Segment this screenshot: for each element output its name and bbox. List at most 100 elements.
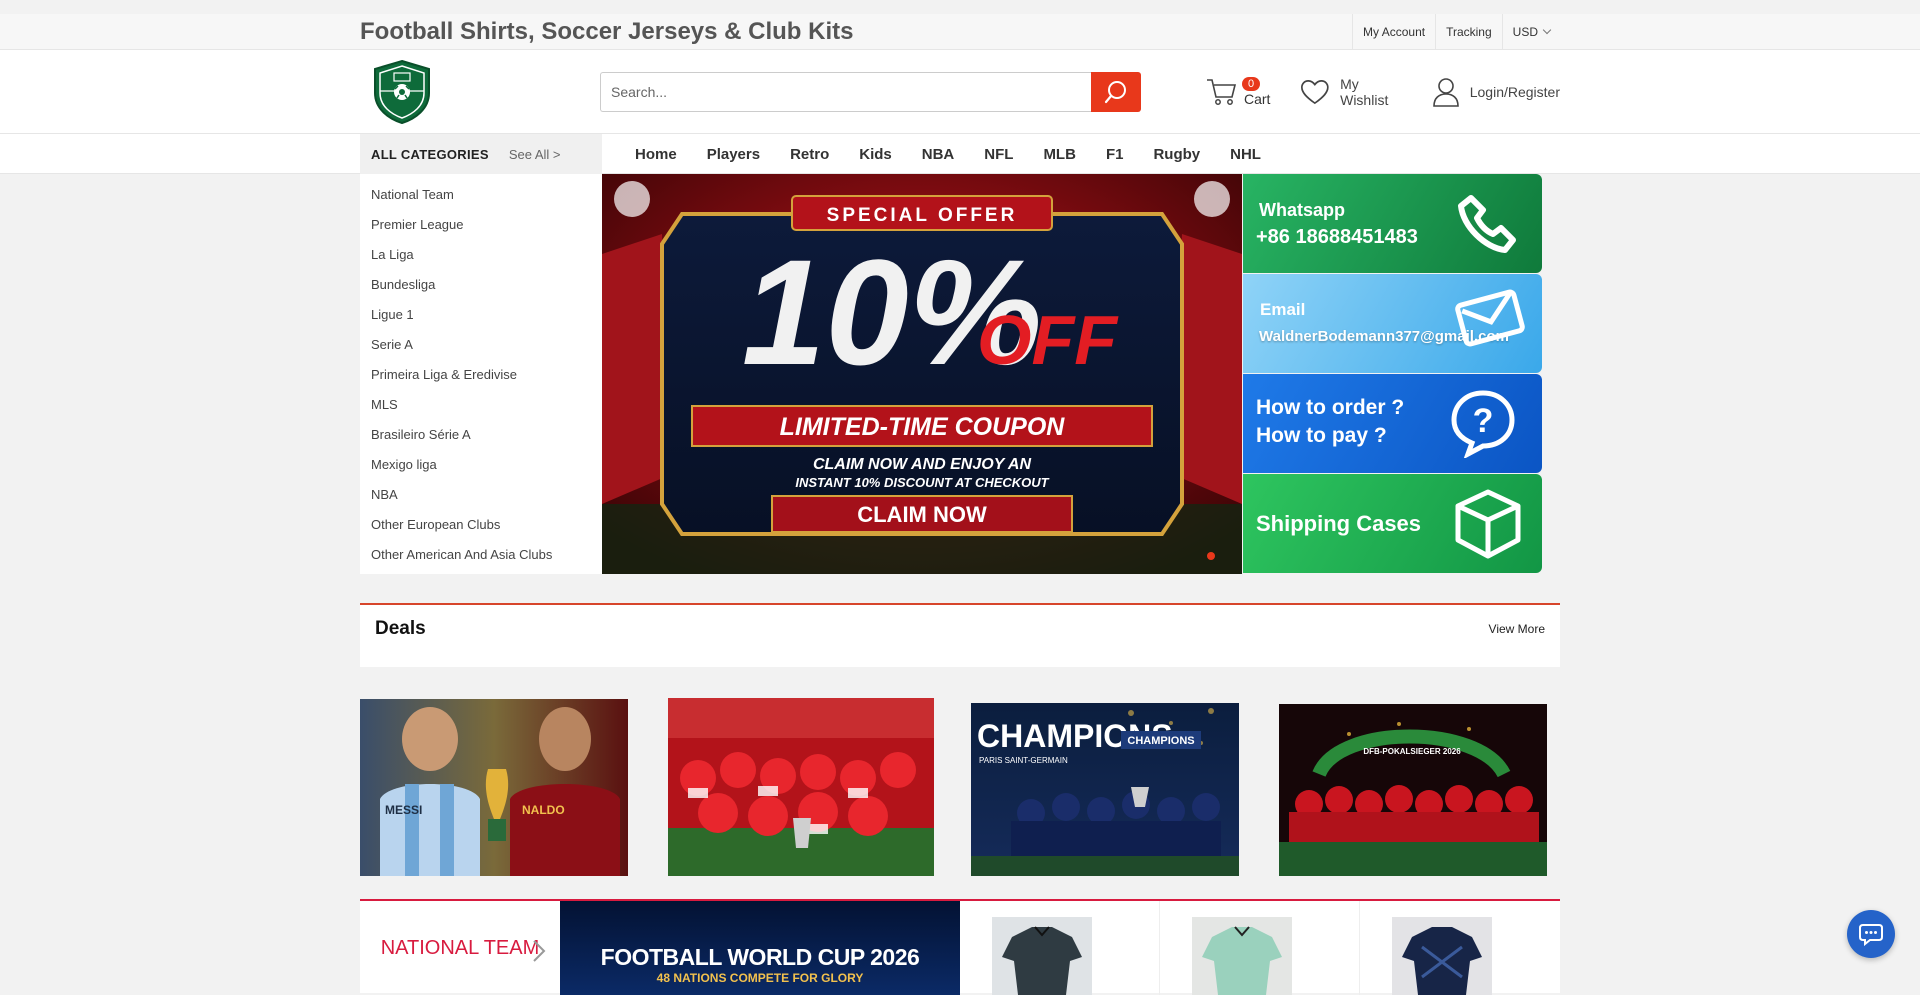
banner-special-offer: SPECIAL OFFER (827, 205, 1018, 226)
top-bar: Football Shirts, Soccer Jerseys & Club K… (0, 14, 1920, 50)
product-card[interactable] (1360, 901, 1560, 995)
deal-image-text-messi: MESSI (385, 803, 422, 817)
world-cup-banner-subtitle: 48 NATIONS COMPETE FOR GLORY (656, 971, 864, 985)
site-title: Football Shirts, Soccer Jerseys & Club K… (360, 18, 854, 45)
whatsapp-label: Whatsapp (1259, 200, 1346, 220)
deal-image-arsenal[interactable] (668, 698, 934, 876)
category-list: National Team Premier League La Liga Bun… (360, 174, 602, 574)
category-item[interactable]: La Liga (360, 240, 602, 270)
national-team-title[interactable]: NATIONAL TEAM (360, 901, 560, 995)
chat-button[interactable] (1847, 910, 1895, 958)
nav-item-mlb[interactable]: MLB (1043, 146, 1076, 163)
deals-header: Deals View More (360, 603, 1560, 653)
category-item[interactable]: Primeira Liga & Eredivise (360, 360, 602, 390)
chevron-down-icon (1542, 25, 1552, 35)
jersey-image (1192, 917, 1292, 995)
nav-item-retro[interactable]: Retro (790, 146, 829, 163)
chevron-right-icon[interactable] (532, 939, 546, 963)
category-item[interactable]: Premier League (360, 210, 602, 240)
search-input[interactable] (600, 72, 1091, 112)
promo-banner[interactable]: SPECIAL OFFER 10% OFF LIMITED-TIME COUPO… (602, 174, 1242, 574)
view-more-link[interactable]: View More (1489, 622, 1545, 636)
shipping-cases-tile[interactable]: Shipping Cases (1243, 474, 1542, 573)
deal-image-graphic: CHAMPIONS PARIS SAINT-GERMAIN CHAMPIONS (971, 703, 1239, 876)
nav-item-rugby[interactable]: Rugby (1153, 146, 1200, 163)
all-categories-label: ALL CATEGORIES (371, 146, 489, 162)
wishlist-link[interactable]: My Wishlist (1300, 76, 1405, 108)
wishlist-label: My Wishlist (1340, 76, 1389, 108)
claim-now-button[interactable]: CLAIM NOW (857, 502, 987, 527)
category-item[interactable]: Brasileiro Série A (360, 420, 602, 450)
deals-strip (360, 653, 1560, 667)
jersey-image (1392, 917, 1492, 995)
envelope-icon (1455, 289, 1525, 347)
category-item[interactable]: Other European Clubs (360, 510, 602, 540)
heart-icon (1301, 80, 1330, 105)
cart-icon (1207, 79, 1237, 105)
shipping-cases-label: Shipping Cases (1256, 511, 1422, 536)
whatsapp-tile[interactable]: Whatsapp +86 18688451483 (1243, 174, 1542, 273)
how-to-order-tile[interactable]: How to order ? How to pay ? ? (1243, 374, 1542, 473)
tracking-link[interactable]: Tracking (1435, 14, 1502, 50)
contact-tiles: Whatsapp +86 18688451483 Email WaldnerBo… (1243, 174, 1542, 574)
phone-icon (1458, 195, 1516, 253)
nav-item-nhl[interactable]: NHL (1230, 146, 1261, 163)
jersey-image (992, 917, 1092, 995)
my-account-link[interactable]: My Account (1352, 14, 1435, 50)
category-item[interactable]: Bundesliga (360, 270, 602, 300)
whatsapp-number: +86 18688451483 (1256, 226, 1418, 248)
cart-count-badge: 0 (1242, 77, 1261, 91)
carousel-dot[interactable] (1207, 552, 1215, 560)
nav-item-players[interactable]: Players (707, 146, 760, 163)
category-item[interactable]: MLS (360, 390, 602, 420)
deal-image-text-pokal: DFB-POKALSIEGER 2026 (1363, 747, 1461, 756)
email-tile[interactable]: Email WaldnerBodemann377@gmail.com (1243, 274, 1542, 373)
product-card[interactable] (960, 901, 1160, 995)
category-item[interactable]: Other American And Asia Clubs (360, 540, 602, 570)
user-icon (1432, 78, 1459, 107)
category-item[interactable]: Mexigo liga (360, 450, 602, 480)
category-item[interactable]: National Team (360, 180, 602, 210)
nav-item-home[interactable]: Home (635, 146, 677, 163)
all-categories-header[interactable]: ALL CATEGORIES See All > (360, 134, 602, 174)
product-card[interactable] (1160, 901, 1360, 995)
banner-line1: CLAIM NOW AND ENJOY AN (813, 456, 1032, 473)
deal-image-text-psg: PARIS SAINT-GERMAIN (979, 756, 1068, 765)
top-links: My Account Tracking USD (1352, 14, 1560, 50)
question-icon: ? (1451, 390, 1515, 458)
deal-image-graphic: MESSI NALDO (360, 699, 628, 876)
currency-value: USD (1512, 25, 1538, 39)
search-bar (600, 72, 1141, 112)
deal-image-graphic (668, 698, 934, 876)
shield-logo-icon (374, 59, 430, 125)
category-item[interactable]: Ligue 1 (360, 300, 602, 330)
search-button[interactable] (1091, 72, 1141, 112)
cart-button[interactable]: 0 Cart (1206, 77, 1270, 107)
nav-item-nba[interactable]: NBA (922, 146, 955, 163)
promo-banner-graphic: SPECIAL OFFER 10% OFF LIMITED-TIME COUPO… (602, 174, 1242, 574)
deal-image-bayern-pokal[interactable]: DFB-POKALSIEGER 2026 (1279, 704, 1547, 876)
see-all-link[interactable]: See All > (509, 147, 561, 162)
chat-icon (1859, 924, 1883, 946)
world-cup-banner-title: FOOTBALL WORLD CUP 2026 (600, 944, 920, 970)
currency-select[interactable]: USD (1501, 14, 1560, 50)
national-team-section: NATIONAL TEAM FOOTBALL WORLD CUP 2026 48… (360, 899, 1560, 995)
category-item[interactable]: Serie A (360, 330, 602, 360)
deal-image-text-ronaldo: NALDO (522, 803, 565, 817)
deal-image-graphic: DFB-POKALSIEGER 2026 (1279, 704, 1547, 876)
nav-item-nfl[interactable]: NFL (984, 146, 1013, 163)
search-icon (1104, 81, 1126, 104)
logo[interactable] (370, 58, 434, 126)
nav-item-f1[interactable]: F1 (1106, 146, 1124, 163)
deal-image-messi-ronaldo[interactable]: MESSI NALDO (360, 699, 628, 876)
deal-image-text-champions-badge: CHAMPIONS (1127, 735, 1194, 747)
world-cup-banner[interactable]: FOOTBALL WORLD CUP 2026 48 NATIONS COMPE… (560, 901, 960, 995)
login-link[interactable]: Login/Register (1432, 77, 1560, 107)
banner-line2: INSTANT 10% DISCOUNT AT CHECKOUT (795, 475, 1049, 490)
nav-item-kids[interactable]: Kids (859, 146, 892, 163)
category-item[interactable]: NBA (360, 480, 602, 510)
cart-label: Cart (1244, 91, 1271, 107)
box-icon (1455, 489, 1521, 559)
banner-off: OFF (977, 301, 1119, 379)
deal-image-psg-champions[interactable]: CHAMPIONS PARIS SAINT-GERMAIN CHAMPIONS (971, 703, 1239, 876)
